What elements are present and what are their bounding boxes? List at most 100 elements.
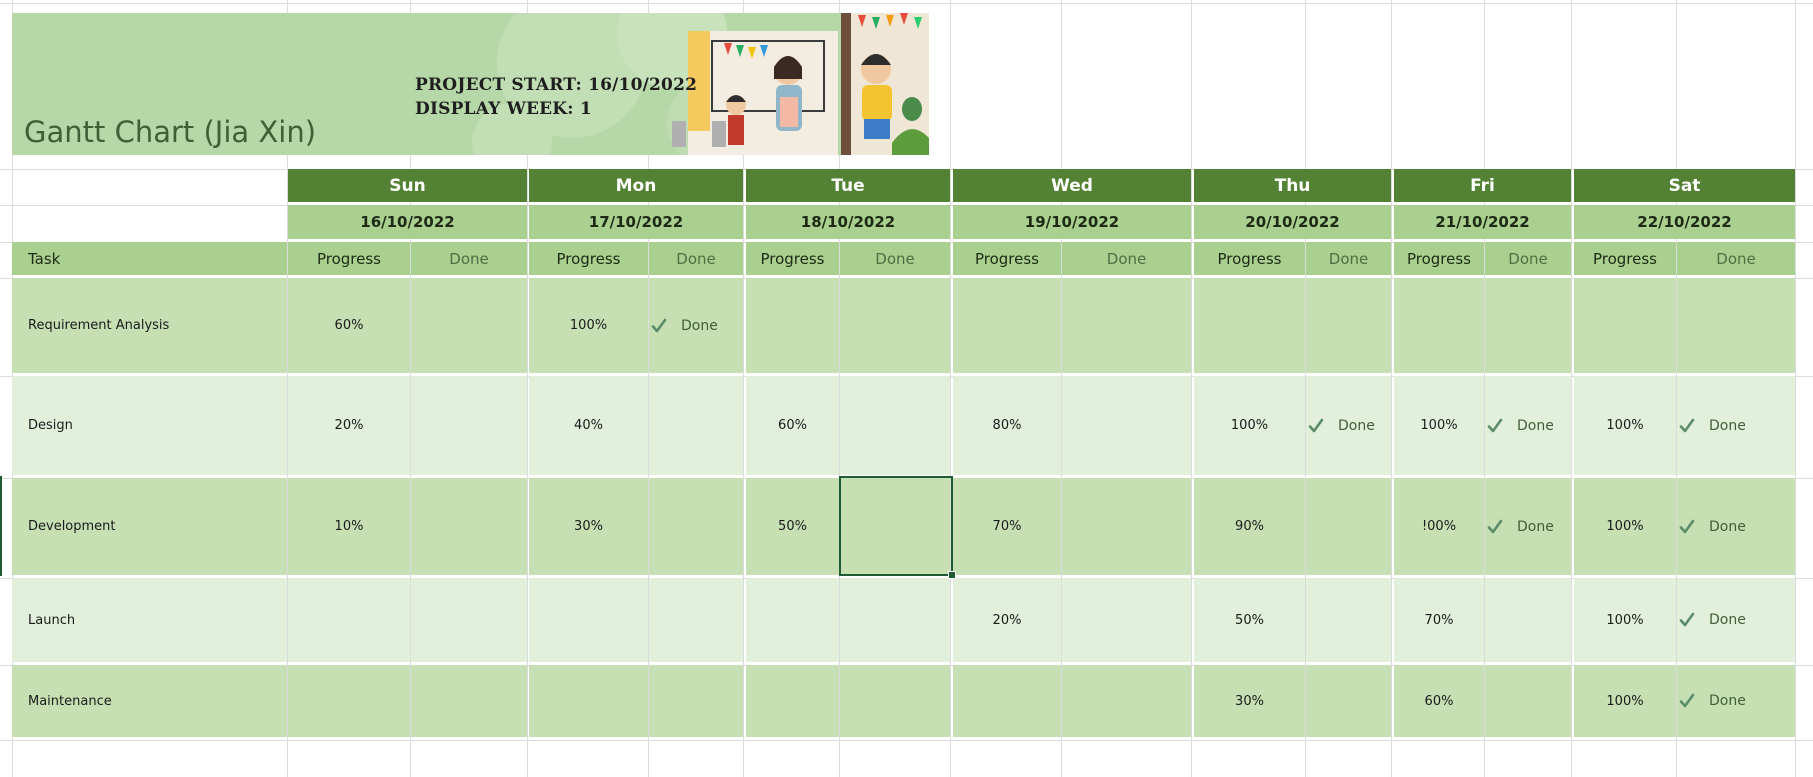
date-header-0[interactable]: 16/10/2022: [288, 205, 527, 239]
done-cell[interactable]: [649, 578, 743, 662]
task-name-cell[interactable]: Launch: [12, 578, 287, 662]
done-cell[interactable]: Done: [1306, 376, 1391, 475]
done-header-3[interactable]: Done: [1062, 242, 1191, 275]
progress-cell[interactable]: 50%: [746, 478, 839, 575]
done-cell[interactable]: [1306, 478, 1391, 575]
done-cell[interactable]: [840, 578, 950, 662]
fill-handle[interactable]: [948, 571, 956, 579]
progress-cell[interactable]: 20%: [288, 376, 410, 475]
progress-cell[interactable]: 70%: [953, 478, 1061, 575]
progress-cell[interactable]: [746, 278, 839, 373]
done-cell[interactable]: [649, 376, 743, 475]
progress-header-6[interactable]: Progress: [1574, 242, 1676, 275]
progress-cell[interactable]: [953, 665, 1061, 737]
done-cell[interactable]: [1062, 478, 1191, 575]
done-cell[interactable]: Done: [649, 278, 743, 373]
done-header-6[interactable]: Done: [1677, 242, 1795, 275]
done-cell[interactable]: [1062, 578, 1191, 662]
progress-header-3[interactable]: Progress: [953, 242, 1061, 275]
date-header-5[interactable]: 21/10/2022: [1394, 205, 1571, 239]
selected-cell[interactable]: [839, 476, 953, 576]
done-cell[interactable]: Done: [1677, 376, 1795, 475]
day-header-0[interactable]: Sun: [288, 169, 527, 202]
done-cell[interactable]: [1306, 665, 1391, 737]
done-header-5[interactable]: Done: [1485, 242, 1571, 275]
progress-header-1[interactable]: Progress: [529, 242, 648, 275]
done-header-0[interactable]: Done: [411, 242, 527, 275]
progress-cell[interactable]: 100%: [1574, 376, 1676, 475]
done-cell[interactable]: [1062, 376, 1191, 475]
progress-cell[interactable]: 60%: [746, 376, 839, 475]
task-name-cell[interactable]: Requirement Analysis: [12, 278, 287, 373]
progress-cell[interactable]: 100%: [1394, 376, 1484, 475]
progress-cell[interactable]: [529, 578, 648, 662]
progress-cell[interactable]: [746, 665, 839, 737]
done-cell[interactable]: [840, 665, 950, 737]
done-cell[interactable]: Done: [1485, 376, 1571, 475]
progress-cell[interactable]: 60%: [288, 278, 410, 373]
done-cell[interactable]: [1485, 578, 1571, 662]
progress-cell[interactable]: 100%: [529, 278, 648, 373]
done-header-1[interactable]: Done: [649, 242, 743, 275]
progress-cell[interactable]: [1574, 278, 1676, 373]
task-name-cell[interactable]: Design: [12, 376, 287, 475]
progress-header-5[interactable]: Progress: [1394, 242, 1484, 275]
done-cell[interactable]: [1677, 278, 1795, 373]
done-cell[interactable]: [1306, 278, 1391, 373]
progress-cell[interactable]: 90%: [1194, 478, 1305, 575]
date-header-1[interactable]: 17/10/2022: [529, 205, 743, 239]
date-header-6[interactable]: 22/10/2022: [1574, 205, 1795, 239]
day-header-6[interactable]: Sat: [1574, 169, 1795, 202]
done-cell[interactable]: [840, 278, 950, 373]
day-header-4[interactable]: Thu: [1194, 169, 1391, 202]
done-cell[interactable]: [1485, 665, 1571, 737]
progress-cell[interactable]: 10%: [288, 478, 410, 575]
task-name-cell[interactable]: Development: [12, 478, 287, 575]
task-column-header[interactable]: Task: [12, 242, 287, 275]
progress-cell[interactable]: [1394, 278, 1484, 373]
progress-cell[interactable]: 100%: [1194, 376, 1305, 475]
done-cell[interactable]: [1485, 278, 1571, 373]
day-header-5[interactable]: Fri: [1394, 169, 1571, 202]
progress-cell[interactable]: 40%: [529, 376, 648, 475]
done-cell[interactable]: [411, 376, 527, 475]
progress-cell[interactable]: [288, 578, 410, 662]
done-cell[interactable]: [840, 376, 950, 475]
done-cell[interactable]: Done: [1677, 478, 1795, 575]
done-header-4[interactable]: Done: [1306, 242, 1391, 275]
progress-header-4[interactable]: Progress: [1194, 242, 1305, 275]
done-header-2[interactable]: Done: [840, 242, 950, 275]
progress-cell[interactable]: 70%: [1394, 578, 1484, 662]
progress-cell[interactable]: 80%: [953, 376, 1061, 475]
done-cell[interactable]: [411, 665, 527, 737]
done-cell[interactable]: Done: [1677, 665, 1795, 737]
task-name-cell[interactable]: Maintenance: [12, 665, 287, 737]
progress-cell[interactable]: [953, 278, 1061, 373]
progress-header-2[interactable]: Progress: [746, 242, 839, 275]
progress-cell[interactable]: 30%: [529, 478, 648, 575]
progress-cell[interactable]: 100%: [1574, 478, 1676, 575]
done-cell[interactable]: [1306, 578, 1391, 662]
day-header-1[interactable]: Mon: [529, 169, 743, 202]
progress-cell[interactable]: [746, 578, 839, 662]
done-cell[interactable]: [1062, 278, 1191, 373]
date-header-2[interactable]: 18/10/2022: [746, 205, 950, 239]
done-cell[interactable]: [411, 278, 527, 373]
done-cell[interactable]: [649, 665, 743, 737]
done-cell[interactable]: [411, 478, 527, 575]
done-cell[interactable]: [649, 478, 743, 575]
progress-cell[interactable]: [529, 665, 648, 737]
progress-cell[interactable]: 30%: [1194, 665, 1305, 737]
day-header-3[interactable]: Wed: [953, 169, 1191, 202]
progress-cell[interactable]: 100%: [1574, 665, 1676, 737]
progress-cell[interactable]: 50%: [1194, 578, 1305, 662]
day-header-2[interactable]: Tue: [746, 169, 950, 202]
progress-cell[interactable]: 60%: [1394, 665, 1484, 737]
progress-cell[interactable]: 20%: [953, 578, 1061, 662]
done-cell[interactable]: Done: [1677, 578, 1795, 662]
progress-cell[interactable]: !00%: [1394, 478, 1484, 575]
done-cell[interactable]: [411, 578, 527, 662]
progress-cell[interactable]: 100%: [1574, 578, 1676, 662]
progress-header-0[interactable]: Progress: [288, 242, 410, 275]
date-header-3[interactable]: 19/10/2022: [953, 205, 1191, 239]
